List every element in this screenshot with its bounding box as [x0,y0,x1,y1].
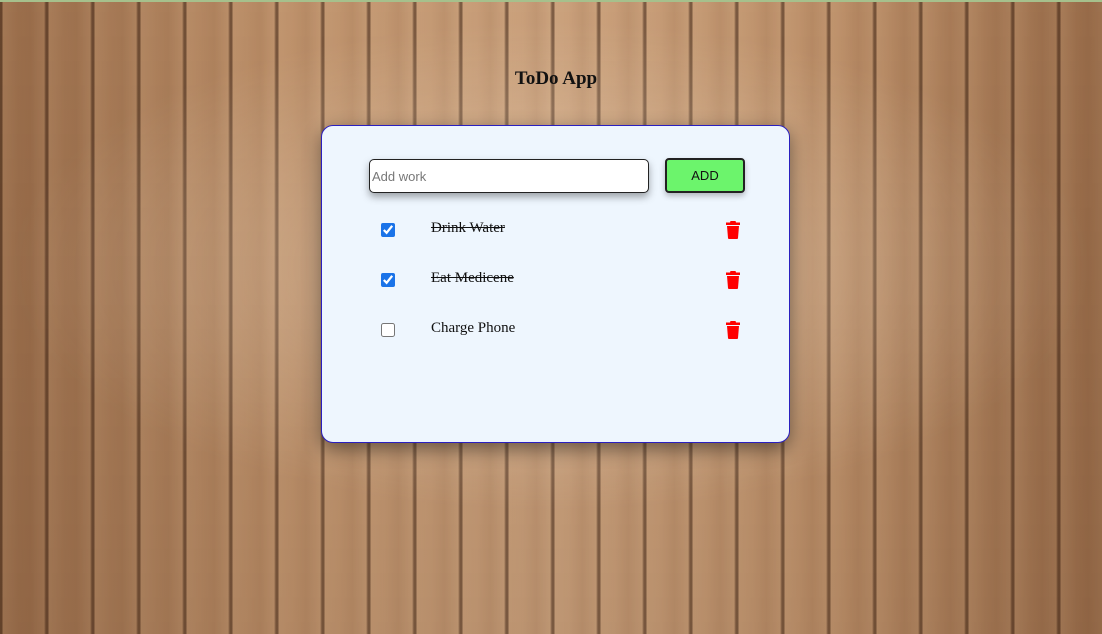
todo-text: Charge Phone [431,320,516,336]
top-border-line [0,0,1102,2]
todo-list: Drink Water Eat Medicene Charge Phone [322,214,789,364]
trash-icon[interactable] [726,271,740,289]
todo-checkbox[interactable] [381,273,395,287]
trash-icon[interactable] [726,221,740,239]
todo-item: Eat Medicene [322,264,789,314]
todo-checkbox[interactable] [381,323,395,337]
add-button[interactable]: ADD [665,158,745,193]
trash-icon[interactable] [726,321,740,339]
todo-text: Eat Medicene [431,270,514,286]
add-work-input[interactable] [369,159,649,193]
page-title: ToDo App [514,68,598,89]
todo-item: Charge Phone [322,314,789,364]
todo-checkbox[interactable] [381,223,395,237]
todo-card: ADD Drink Water Eat Medicene Charge Phon… [321,125,790,443]
todo-item: Drink Water [322,214,789,264]
todo-text: Drink Water [431,220,505,236]
